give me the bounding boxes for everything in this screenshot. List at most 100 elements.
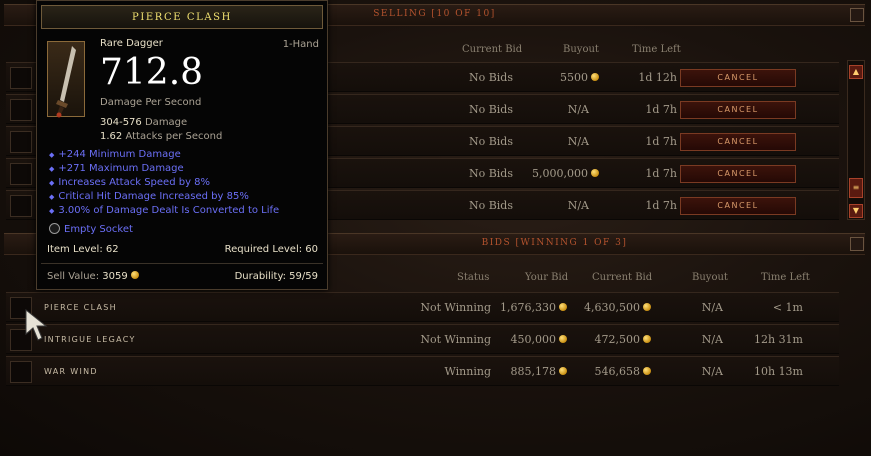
bid-buyout: N/A: [701, 333, 723, 346]
empty-socket-icon: [49, 223, 60, 234]
selling-time-left: 1d 7h: [645, 167, 677, 180]
sell-value-label: Sell Value:: [47, 271, 100, 282]
dagger-icon: [47, 41, 85, 118]
tooltip-dps-label: Damage Per Second: [100, 97, 202, 108]
tooltip-affix: ◆ +271 Maximum Damage: [49, 163, 184, 174]
selling-collapse-icon[interactable]: [850, 8, 864, 22]
affix-text: +271 Maximum Damage: [58, 163, 184, 174]
selling-current-bid: No Bids: [468, 199, 513, 212]
bids-col-current-bid: Current Bid: [592, 272, 653, 283]
affix-text: Critical Hit Damage Increased by 85%: [58, 191, 249, 202]
bid-item-name[interactable]: WAR WIND: [44, 367, 98, 376]
bullet-icon: ◆: [49, 151, 55, 159]
tooltip-affix: ◆ +244 Minimum Damage: [49, 149, 181, 160]
bid-time-left: < 1m: [772, 301, 803, 314]
item-slot[interactable]: [10, 99, 32, 121]
bid-buyout: N/A: [701, 301, 723, 314]
bid-row[interactable]: INTRIGUE LEGACY Not Winning 450,000 472,…: [6, 324, 839, 354]
cancel-button[interactable]: CANCEL: [680, 101, 796, 119]
tooltip-item-level: Item Level: 62: [47, 244, 119, 255]
bid-status: Winning: [444, 365, 491, 378]
scroll-up-arrow-icon[interactable]: ▲: [849, 65, 863, 79]
cancel-button[interactable]: CANCEL: [680, 165, 796, 183]
tooltip-attack-speed: 1.62: [100, 131, 123, 142]
tooltip-sell-value: Sell Value: 3059: [47, 271, 139, 282]
bid-item-name[interactable]: INTRIGUE LEGACY: [44, 335, 136, 344]
item-slot[interactable]: [10, 131, 32, 153]
selling-buyout: N/A: [567, 135, 589, 148]
bid-your-bid-value: 885,178: [510, 365, 557, 378]
tooltip-item-slot: 1-Hand: [282, 39, 319, 50]
affix-text: +244 Minimum Damage: [58, 149, 181, 160]
bid-your-bid-value: 450,000: [510, 333, 557, 346]
bid-status: Not Winning: [420, 333, 491, 346]
selling-time-left: 1d 7h: [645, 103, 677, 116]
bid-row[interactable]: WAR WIND Winning 885,178 546,658 N/A 10h…: [6, 356, 839, 386]
bid-current-bid: 546,658: [595, 365, 651, 378]
bid-your-bid: 450,000: [510, 333, 567, 346]
bid-row[interactable]: PIERCE CLASH Not Winning 1,676,330 4,630…: [6, 292, 839, 322]
tooltip-damage-range: 304-576: [100, 117, 142, 128]
sell-value-amount: 3059: [102, 271, 128, 282]
selling-current-bid: No Bids: [468, 103, 513, 116]
bid-buyout: N/A: [701, 365, 723, 378]
gold-coin-icon: [591, 169, 599, 177]
scroll-down-arrow-icon[interactable]: ▼: [849, 204, 863, 218]
item-slot[interactable]: [10, 195, 32, 217]
tooltip-item-type: Rare Dagger: [100, 38, 163, 49]
bids-collapse-icon[interactable]: [850, 237, 864, 251]
bid-item-name[interactable]: PIERCE CLASH: [44, 303, 117, 312]
gold-coin-icon: [591, 73, 599, 81]
cancel-button[interactable]: CANCEL: [680, 197, 796, 215]
tooltip-divider: [41, 263, 323, 264]
selling-buyout: N/A: [567, 199, 589, 212]
gold-coin-icon: [130, 271, 139, 279]
bid-current-bid: 472,500: [594, 333, 651, 346]
selling-col-current-bid: Current Bid: [462, 44, 523, 55]
item-slot[interactable]: [10, 163, 32, 185]
bid-current-bid: 4,630,500: [584, 301, 651, 314]
tooltip-attack-speed-label: Attacks per Second: [125, 131, 223, 142]
selling-time-left: 1d 12h: [638, 71, 677, 84]
bullet-icon: ◆: [49, 179, 55, 187]
tooltip-durability: Durability: 59/59: [234, 271, 318, 282]
scroll-thumb[interactable]: ≡: [849, 178, 863, 198]
tooltip-required-level: Required Level: 60: [224, 244, 318, 255]
tooltip-affix: ◆ 3.00% of Damage Dealt Is Converted to L…: [49, 205, 279, 216]
selling-buyout-value: 5500: [560, 71, 588, 84]
selling-time-left: 1d 7h: [645, 199, 677, 212]
selling-time-left: 1d 7h: [645, 135, 677, 148]
bullet-icon: ◆: [49, 207, 55, 215]
bid-time-left: 12h 31m: [753, 333, 803, 346]
bullet-icon: ◆: [49, 165, 55, 173]
bids-col-your-bid: Your Bid: [525, 272, 569, 283]
bid-your-bid: 885,178: [510, 365, 567, 378]
tooltip-dps: 712.8: [100, 52, 204, 93]
selling-buyout: 5,000,000: [532, 167, 599, 180]
selling-current-bid: No Bids: [468, 71, 513, 84]
item-tooltip: PIERCE CLASH Rare Dagger 1-Hand 712.8 Da…: [36, 0, 328, 290]
gold-coin-icon: [559, 335, 567, 343]
item-slot[interactable]: [10, 361, 32, 383]
cursor-pointer-icon: [25, 308, 48, 341]
bid-current-bid-value: 472,500: [594, 333, 641, 346]
selling-current-bid: No Bids: [468, 167, 513, 180]
tooltip-affix: ◆ Critical Hit Damage Increased by 85%: [49, 191, 249, 202]
cancel-button[interactable]: CANCEL: [680, 133, 796, 151]
tooltip-speed-line: 1.62 Attacks per Second: [100, 131, 222, 142]
affix-text: Increases Attack Speed by 8%: [58, 177, 211, 188]
selling-buyout: 5500: [560, 71, 599, 84]
tooltip-socket-line: Empty Socket: [49, 223, 133, 235]
selling-col-buyout: Buyout: [563, 44, 599, 55]
item-slot[interactable]: [10, 67, 32, 89]
bid-your-bid: 1,676,330: [500, 301, 567, 314]
bid-time-left: 10h 13m: [753, 365, 803, 378]
bullet-icon: ◆: [49, 193, 55, 201]
tooltip-title-bar: PIERCE CLASH: [41, 5, 323, 29]
tooltip-damage-line: 304-576 Damage: [100, 117, 187, 128]
affix-text: 3.00% of Damage Dealt Is Converted to Li…: [58, 205, 280, 216]
cancel-button[interactable]: CANCEL: [680, 69, 796, 87]
tooltip-item-name: PIERCE CLASH: [132, 12, 232, 23]
gold-coin-icon: [643, 303, 651, 311]
bid-current-bid-value: 4,630,500: [584, 301, 640, 314]
